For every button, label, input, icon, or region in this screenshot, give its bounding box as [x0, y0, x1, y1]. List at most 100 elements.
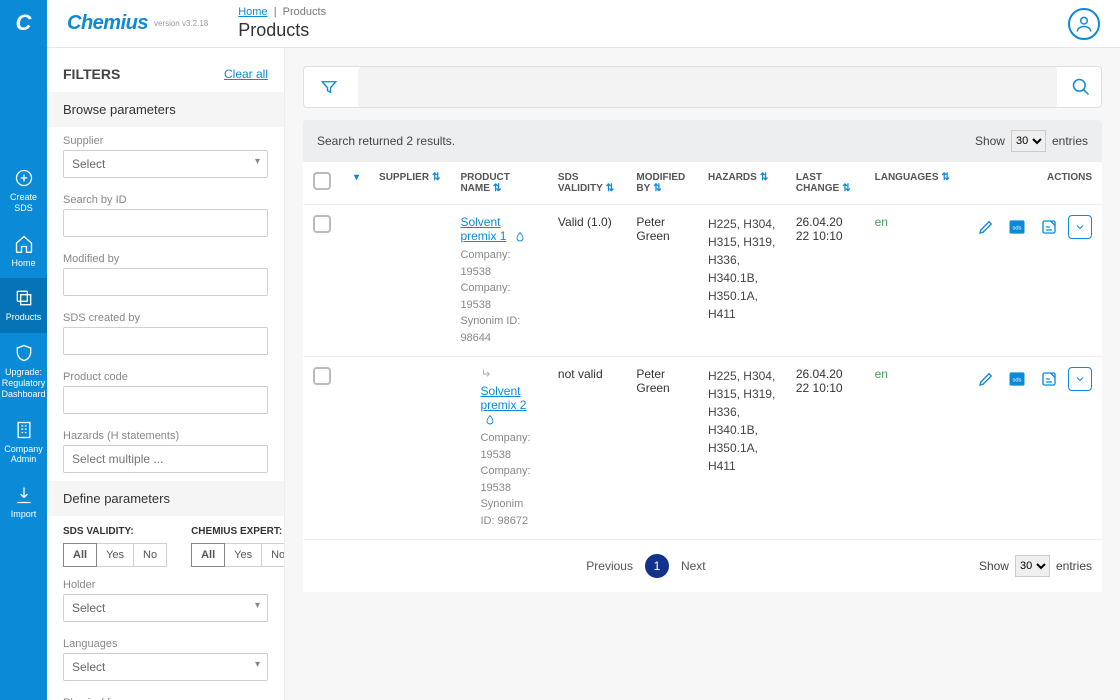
- avatar[interactable]: [1068, 8, 1100, 40]
- rail-company-admin[interactable]: Company Admin: [0, 410, 47, 476]
- breadcrumb-home[interactable]: Home: [238, 6, 267, 18]
- filters-panel: FILTERS Clear all Browse parameters Supp…: [47, 48, 285, 700]
- breadcrumb-current: Products: [283, 6, 326, 18]
- languages-filter-label: Languages: [63, 638, 268, 650]
- rail-label: Create SDS: [2, 192, 45, 214]
- search-input[interactable]: [358, 67, 1057, 107]
- row-checkbox[interactable]: [313, 367, 331, 385]
- product-meta: Company: 19538Company: 19538Synonim ID: …: [480, 430, 537, 529]
- pager-prev[interactable]: Previous: [586, 559, 633, 573]
- pager-row: Previous 1 Next Show 30 entries: [303, 540, 1102, 592]
- sds-created-by-input[interactable]: [63, 327, 268, 355]
- sort-icon[interactable]: ⇅: [942, 172, 950, 183]
- svg-text:sds: sds: [1013, 226, 1022, 232]
- home-icon: [14, 234, 34, 254]
- more-dropdown-icon[interactable]: [1068, 215, 1092, 239]
- modified-by-cell: Peter Green: [626, 357, 698, 540]
- sort-icon[interactable]: ⇅: [493, 183, 501, 194]
- search-button[interactable]: [1061, 77, 1101, 97]
- modified-by-cell: Peter Green: [626, 205, 698, 357]
- sort-icon[interactable]: ⇅: [760, 172, 768, 183]
- col-supplier: SUPPLIER: [379, 172, 429, 183]
- rail-label: Home: [11, 258, 35, 269]
- note-icon[interactable]: [1037, 367, 1061, 391]
- rail-products[interactable]: Products: [0, 278, 47, 333]
- svg-text:sds: sds: [1013, 378, 1022, 384]
- clear-all-link[interactable]: Clear all: [224, 67, 268, 81]
- row-expand-icon[interactable]: ▾: [354, 172, 359, 183]
- rail-label: Import: [11, 509, 37, 520]
- col-product-name: PRODUCT NAME: [460, 172, 509, 194]
- hazards-cell: H225, H304, H315, H319, H336, H340.1B, H…: [698, 205, 786, 357]
- product-code-input[interactable]: [63, 386, 268, 414]
- pager: Previous 1 Next: [586, 554, 705, 578]
- building-icon: [14, 420, 34, 440]
- breadcrumb-sep: |: [271, 6, 283, 18]
- droplet-icon: [484, 414, 496, 426]
- hazards-cell: H225, H304, H315, H319, H336, H340.1B, H…: [698, 357, 786, 540]
- entries-label-bottom: entries: [1056, 559, 1092, 573]
- sds-icon[interactable]: sds: [1005, 367, 1029, 391]
- more-dropdown-icon[interactable]: [1068, 367, 1092, 391]
- chemius-expert-all[interactable]: All: [191, 543, 225, 567]
- col-last-change: LAST CHANGE: [796, 172, 839, 194]
- supplier-select[interactable]: Select: [63, 150, 268, 178]
- col-sds-validity: SDS VALIDITY: [558, 172, 603, 194]
- note-icon[interactable]: [1037, 215, 1061, 239]
- rail-import[interactable]: Import: [0, 475, 47, 530]
- rail-label: Upgrade: Regulatory Dashboard: [2, 367, 46, 399]
- chemius-expert-yes[interactable]: Yes: [225, 543, 262, 567]
- entries-select-bottom[interactable]: 30: [1015, 555, 1050, 577]
- table-row: Solvent premix 2 Company: 19538Company: …: [303, 357, 1102, 540]
- edit-icon[interactable]: [974, 367, 998, 391]
- supplier-label: Supplier: [63, 135, 268, 147]
- header: Chemius version v3.2.18 Home | Products …: [47, 0, 1120, 48]
- row-checkbox[interactable]: [313, 215, 331, 233]
- holder-select[interactable]: Select: [63, 594, 268, 622]
- hazards-filter-input[interactable]: [63, 445, 268, 473]
- page-title: Products: [238, 20, 326, 41]
- chemius-expert-no[interactable]: No: [262, 543, 285, 567]
- modified-by-input[interactable]: [63, 268, 268, 296]
- sds-validity-yes[interactable]: Yes: [97, 543, 134, 567]
- pager-next[interactable]: Next: [681, 559, 706, 573]
- sds-validity-all[interactable]: All: [63, 543, 97, 567]
- brand-name: Chemius: [67, 12, 148, 35]
- last-change-cell: 26.04.20 22 10:10: [786, 357, 865, 540]
- product-link[interactable]: Solvent premix 1: [460, 215, 506, 243]
- col-languages: LANGUAGES: [875, 172, 939, 183]
- sort-icon[interactable]: ⇅: [842, 183, 850, 194]
- edit-icon[interactable]: [974, 215, 998, 239]
- results-bar: Search returned 2 results. Show 30 entri…: [303, 120, 1102, 162]
- modified-by-label: Modified by: [63, 253, 268, 265]
- table-row: Solvent premix 1 Company: 19538Company: …: [303, 205, 1102, 357]
- products-table: ▾ SUPPLIER⇅ PRODUCT NAME⇅ SDS VALIDITY⇅ …: [303, 162, 1102, 540]
- search-by-id-input[interactable]: [63, 209, 268, 237]
- sort-icon[interactable]: ⇅: [653, 183, 661, 194]
- user-icon: [1074, 14, 1094, 34]
- show-label-bottom: Show: [979, 559, 1009, 573]
- rail-upgrade[interactable]: Upgrade: Regulatory Dashboard: [0, 333, 47, 409]
- sds-icon[interactable]: sds: [1005, 215, 1029, 239]
- funnel-icon: [320, 78, 338, 96]
- language-badge[interactable]: en: [875, 215, 888, 229]
- rail-create-sds[interactable]: Create SDS: [0, 158, 47, 224]
- product-link[interactable]: Solvent premix 2: [480, 384, 526, 412]
- language-badge[interactable]: en: [875, 367, 888, 381]
- sort-icon[interactable]: ⇅: [606, 183, 614, 194]
- rail-label: Company Admin: [2, 444, 45, 466]
- show-label: Show: [975, 134, 1005, 148]
- pager-page[interactable]: 1: [645, 554, 669, 578]
- sort-icon[interactable]: ⇅: [432, 172, 440, 183]
- logo-icon: C: [9, 8, 39, 38]
- import-icon: [14, 485, 34, 505]
- languages-select[interactable]: Select: [63, 653, 268, 681]
- validity-cell: not valid: [548, 357, 626, 540]
- select-all-checkbox[interactable]: [313, 172, 331, 190]
- entries-select-top[interactable]: 30: [1011, 130, 1046, 152]
- product-meta: Company: 19538Company: 19538Synonim ID: …: [460, 247, 537, 346]
- sds-validity-no[interactable]: No: [134, 543, 167, 567]
- brand-version: version v3.2.18: [154, 19, 208, 28]
- rail-home[interactable]: Home: [0, 224, 47, 279]
- filter-toggle-button[interactable]: [304, 78, 354, 96]
